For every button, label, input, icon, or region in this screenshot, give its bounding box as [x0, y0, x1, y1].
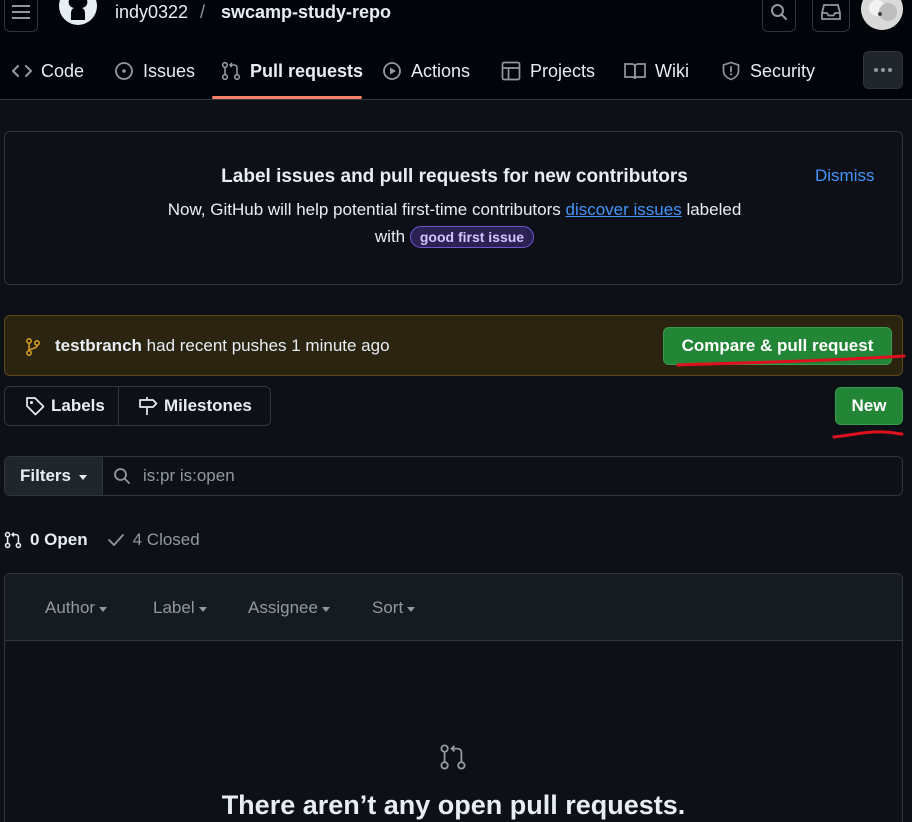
- more-tabs-button[interactable]: [863, 51, 903, 89]
- table-icon: [501, 61, 521, 81]
- book-icon: [624, 63, 646, 80]
- shield-icon: [722, 61, 740, 81]
- caret-down-icon: [79, 474, 88, 480]
- search-icon: [771, 4, 787, 20]
- new-contributors-banner: Label issues and pull requests for new c…: [4, 131, 903, 285]
- tab-label: Wiki: [655, 60, 689, 81]
- repo-name-link[interactable]: swcamp-study-repo: [221, 2, 391, 23]
- tab-issues[interactable]: Issues: [114, 56, 195, 86]
- assignee-filter[interactable]: Assignee: [248, 598, 330, 618]
- label-filter[interactable]: Label: [153, 598, 207, 618]
- menu-button[interactable]: [4, 0, 38, 32]
- author-label: Author: [45, 598, 96, 617]
- dismiss-button[interactable]: Dismiss: [815, 166, 875, 186]
- banner-text-line-1: Now, GitHub will help potential first-ti…: [5, 200, 904, 220]
- compare-pull-request-button[interactable]: Compare & pull request: [663, 327, 892, 365]
- tab-label: Pull requests: [250, 60, 364, 81]
- tab-label: Actions: [411, 60, 471, 81]
- milestones-label: Milestones: [164, 396, 252, 415]
- list-header: Author Label Assignee Sort: [5, 574, 902, 641]
- labels-label: Labels: [51, 396, 105, 415]
- caret-down-icon: [198, 606, 207, 612]
- caret-down-icon: [99, 606, 108, 612]
- git-pull-request-icon: [4, 531, 22, 549]
- recent-pushes-text: testbranch had recent pushes 1 minute ag…: [55, 336, 390, 356]
- repo-header: indy0322 / swcamp-study-repo Code Issues…: [0, 0, 912, 100]
- git-pull-request-icon: [440, 744, 466, 770]
- tab-label: Security: [750, 60, 816, 81]
- tab-pull-requests[interactable]: Pull requests: [221, 56, 363, 86]
- new-pull-request-button[interactable]: New: [835, 387, 903, 425]
- search-query: is:pr is:open: [143, 466, 235, 485]
- closed-prs-link[interactable]: 4 Closed: [107, 530, 200, 550]
- sort-filter[interactable]: Sort: [372, 598, 416, 618]
- milestone-icon: [139, 397, 158, 415]
- check-icon: [107, 534, 124, 546]
- tab-label: Issues: [143, 60, 196, 81]
- inbox-button[interactable]: [812, 0, 850, 32]
- labels-milestones-group: Labels Milestones: [4, 386, 271, 426]
- banner-text: labeled: [686, 200, 742, 219]
- avatar[interactable]: [861, 0, 903, 30]
- tab-projects[interactable]: Projects: [501, 56, 595, 86]
- git-pull-request-icon: [221, 61, 241, 81]
- tab-actions[interactable]: Actions: [382, 56, 470, 86]
- search-icon: [114, 468, 130, 484]
- filter-bar: Filters is:pr is:open: [4, 456, 903, 496]
- kebab-horizontal-icon: [874, 68, 892, 72]
- caret-down-icon: [321, 606, 330, 612]
- tab-label: Projects: [530, 60, 596, 81]
- hamburger-icon: [12, 5, 30, 19]
- tab-wiki[interactable]: Wiki: [624, 56, 689, 86]
- red-underline-annotation: [832, 430, 904, 439]
- banner-text: Now, GitHub will help potential first-ti…: [167, 200, 561, 219]
- discover-issues-link[interactable]: discover issues: [566, 200, 682, 219]
- closed-count: 4 Closed: [132, 530, 200, 549]
- sort-label: Sort: [372, 598, 404, 617]
- banner-text: with: [374, 227, 406, 246]
- search-input[interactable]: is:pr is:open: [103, 457, 902, 495]
- caret-down-icon: [407, 606, 416, 612]
- tab-label: Code: [41, 60, 85, 81]
- recent-pushes-banner: testbranch had recent pushes 1 minute ag…: [4, 315, 903, 376]
- empty-state-title: There aren’t any open pull requests.: [221, 790, 686, 820]
- issue-opened-icon: [115, 62, 133, 80]
- filters-label: Filters: [19, 466, 72, 485]
- repo-owner-link[interactable]: indy0322: [115, 2, 188, 23]
- pr-state-tabs: 0 Open 4 Closed: [4, 528, 200, 552]
- tab-security[interactable]: Security: [721, 56, 815, 86]
- assignee-label: Assignee: [248, 598, 318, 617]
- open-prs-link[interactable]: 0 Open: [4, 530, 88, 550]
- author-filter[interactable]: Author: [45, 598, 108, 618]
- search-button[interactable]: [762, 0, 796, 32]
- git-branch-icon: [25, 337, 41, 357]
- tab-code[interactable]: Code: [12, 56, 84, 86]
- banner-text-line-2: with good first issue: [5, 226, 904, 248]
- good-first-issue-label[interactable]: good first issue: [409, 226, 535, 248]
- code-icon: [12, 65, 32, 77]
- inbox-icon: [821, 4, 841, 20]
- labels-button[interactable]: Labels: [5, 387, 119, 425]
- branch-name[interactable]: testbranch: [55, 336, 142, 355]
- recent-pushes-message: had recent pushes 1 minute ago: [146, 336, 390, 355]
- open-count: 0 Open: [30, 530, 88, 549]
- pull-request-list: Author Label Assignee Sort There aren’t …: [4, 573, 903, 822]
- filters-button[interactable]: Filters: [5, 457, 103, 495]
- milestones-button[interactable]: Milestones: [119, 387, 252, 425]
- play-icon: [383, 62, 401, 80]
- github-logo-icon[interactable]: [58, 0, 98, 26]
- breadcrumb-separator: /: [200, 2, 206, 22]
- selected-tab-indicator: [212, 96, 362, 99]
- tag-icon: [26, 397, 45, 416]
- label-label: Label: [153, 598, 195, 617]
- banner-title: Label issues and pull requests for new c…: [221, 166, 688, 187]
